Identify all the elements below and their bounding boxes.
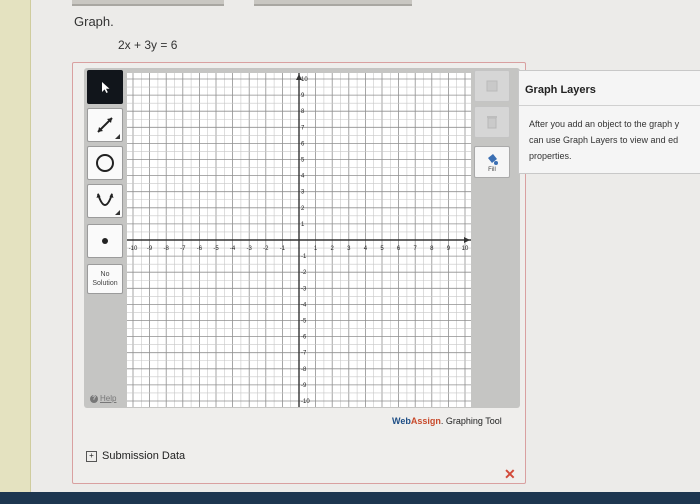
- layers-icon: [486, 80, 498, 92]
- y-tick-label: 7: [301, 125, 305, 131]
- expand-plus-icon: +: [86, 450, 97, 462]
- pointer-arrow-icon: [102, 82, 110, 93]
- line-icon: [97, 117, 113, 133]
- x-tick-label: -4: [230, 246, 236, 252]
- y-tick-label: -10: [301, 399, 310, 405]
- no-solution-line2: Solution: [92, 280, 118, 287]
- fill-button[interactable]: Fill: [474, 146, 510, 178]
- graph-canvas[interactable]: -10 -9 -8 -7 -6 -5 -4 -3 -2 -1 1 2 3 4 5 6 7 8 9 10 10 9 8 7 6 5 4…: [127, 73, 471, 407]
- y-tick-label: 10: [301, 77, 308, 83]
- coordinate-grid[interactable]: -10 -9 -8 -7 -6 -5 -4 -3 -2 -1 1 2 3 4 5 6 7 8 9 10 10 9 8 7 6 5 4…: [127, 73, 471, 407]
- graph-layers-title: Graph Layers: [525, 84, 596, 96]
- x-tick-label: -3: [247, 246, 253, 252]
- no-solution-label: No Solution: [92, 270, 117, 288]
- y-tick-label: -8: [301, 367, 307, 373]
- top-tab-left: [72, 0, 224, 6]
- circle-icon: [96, 154, 114, 172]
- layers-divider: [519, 105, 700, 106]
- y-tick-label: 1: [301, 222, 305, 228]
- x-tick-label: -10: [129, 246, 138, 252]
- line-tool-button[interactable]: [87, 108, 123, 142]
- y-tick-label: 9: [301, 93, 305, 99]
- pointer-tool-button[interactable]: [87, 70, 123, 104]
- question-label: Graph.: [74, 14, 114, 29]
- parabola-tool-button[interactable]: [87, 184, 123, 218]
- graph-layers-panel: Graph Layers After you add an object to …: [518, 70, 700, 174]
- left-rail: [0, 0, 31, 504]
- x-tick-label: -9: [147, 246, 153, 252]
- circle-tool-button[interactable]: [87, 146, 123, 180]
- submission-data-toggle[interactable]: + Submission Data: [86, 450, 185, 462]
- x-tick-label: -2: [263, 246, 269, 252]
- bottom-strip: [0, 492, 700, 504]
- x-tick-label: -6: [197, 246, 203, 252]
- y-tick-label: -3: [301, 286, 307, 292]
- point-icon: [102, 238, 108, 244]
- point-tool-button[interactable]: [87, 224, 123, 258]
- submission-data-label: Submission Data: [102, 450, 186, 462]
- x-tick-label: 4: [364, 246, 368, 252]
- x-tick-label: 2: [331, 246, 335, 252]
- layers-line2: can use Graph Layers to view and ed: [529, 135, 679, 145]
- x-tick-label: 10: [462, 246, 469, 252]
- x-tick-label: 5: [380, 246, 384, 252]
- x-tick-label: 9: [447, 246, 451, 252]
- fill-label: Fill: [488, 166, 496, 173]
- brand-web: Web: [392, 416, 411, 426]
- help-link[interactable]: ? Help: [90, 394, 116, 403]
- brand-suffix: . Graphing Tool: [440, 416, 502, 426]
- x-tick-label: -8: [164, 246, 170, 252]
- x-tick-label: 1: [314, 246, 318, 252]
- y-tick-label: 5: [301, 158, 305, 164]
- more-options-icon: [115, 210, 120, 215]
- y-tick-label: 8: [301, 109, 305, 115]
- x-tick-label: -1: [280, 246, 286, 252]
- help-label: Help: [100, 394, 117, 403]
- equation-text: 2x + 3y = 6: [118, 38, 178, 52]
- layers-line3: properties.: [529, 151, 572, 161]
- parabola-icon: [96, 193, 114, 206]
- y-tick-label: 3: [301, 190, 305, 196]
- top-tab-right: [254, 0, 412, 6]
- y-tick-label: 6: [301, 141, 305, 147]
- help-icon: ?: [90, 394, 98, 403]
- graph-layers-description: After you add an object to the graph y c…: [529, 116, 700, 164]
- trash-icon: [487, 116, 497, 129]
- layers-toggle-button[interactable]: [474, 70, 510, 102]
- delete-button[interactable]: [474, 106, 510, 138]
- y-tick-label: -1: [301, 254, 307, 260]
- x-axis-arrow: [464, 237, 470, 243]
- x-tick-label: 6: [397, 246, 401, 252]
- x-tick-label: 3: [347, 246, 351, 252]
- x-tick-label: 7: [414, 246, 418, 252]
- close-icon[interactable]: ✕: [504, 466, 516, 483]
- y-tick-label: -4: [301, 302, 307, 308]
- webassign-branding: WebAssign. Graphing Tool: [392, 416, 502, 426]
- y-tick-label: -7: [301, 351, 307, 357]
- no-solution-line1: No: [100, 271, 110, 278]
- brand-assign: Assign: [410, 416, 441, 426]
- x-tick-label: -5: [213, 246, 219, 252]
- y-tick-label: 4: [301, 174, 305, 180]
- y-tick-label: -2: [301, 270, 307, 276]
- y-tick-label: -6: [301, 335, 307, 341]
- y-tick-label: -5: [301, 319, 307, 325]
- paint-bucket-icon: [488, 153, 498, 165]
- x-tick-label: 8: [430, 246, 434, 252]
- no-solution-button[interactable]: No Solution: [87, 264, 123, 294]
- more-options-icon: [115, 134, 120, 139]
- y-tick-label: 2: [301, 206, 305, 212]
- layers-line1: After you add an object to the graph y: [529, 119, 680, 129]
- x-tick-label: -7: [180, 246, 186, 252]
- y-tick-label: -9: [301, 383, 307, 389]
